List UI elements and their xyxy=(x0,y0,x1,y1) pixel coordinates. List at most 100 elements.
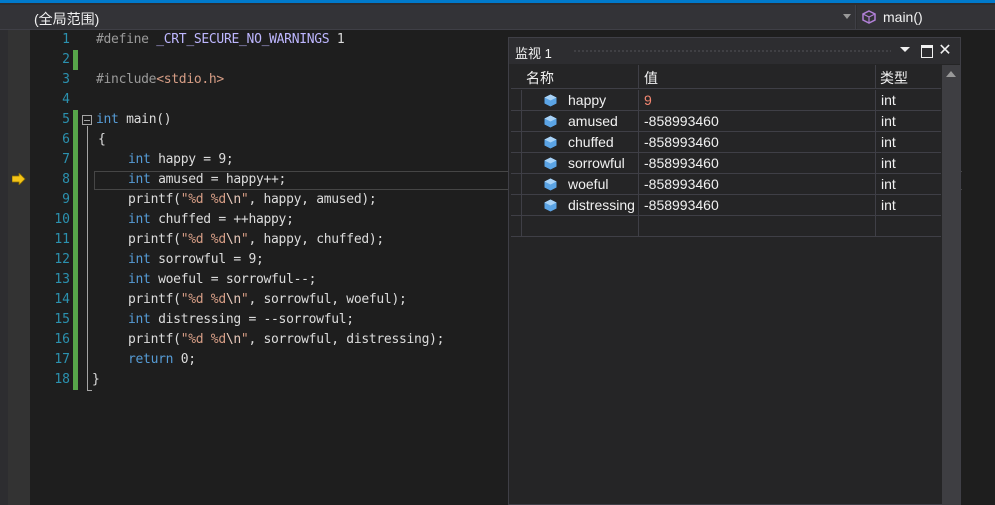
change-indicator xyxy=(73,50,78,70)
line-number: 6 xyxy=(62,132,70,147)
line-number: 18 xyxy=(54,372,70,387)
change-indicator xyxy=(73,350,78,370)
code-text: int distressing = --sorrowful; xyxy=(128,312,354,327)
drag-grip[interactable] xyxy=(573,49,891,54)
column-header-value[interactable]: 值 xyxy=(639,65,876,89)
column-header-type[interactable]: 类型 xyxy=(876,65,941,89)
collapse-toggle-icon[interactable] xyxy=(82,115,92,125)
watch-vertical-scrollbar[interactable] xyxy=(942,65,960,505)
code-text: int happy = 9; xyxy=(128,152,234,167)
line-number: 10 xyxy=(54,212,70,227)
method-cube-icon xyxy=(862,10,876,24)
watch-title: 监视 1 xyxy=(515,46,552,61)
line-number: 17 xyxy=(54,352,70,367)
watch-row[interactable]: happy 9 int xyxy=(511,90,941,111)
change-indicator xyxy=(73,130,78,150)
left-margin xyxy=(0,30,8,505)
watch-value[interactable]: -858993460 xyxy=(639,153,876,174)
column-header-name[interactable]: 名称 xyxy=(511,65,639,89)
code-text: return 0; xyxy=(128,352,196,367)
code-text: printf("%d %d\n", happy, chuffed); xyxy=(128,232,384,247)
watch-name: sorrowful xyxy=(521,153,639,174)
code-text: int chuffed = ++happy; xyxy=(128,212,294,227)
navigation-bar: (全局范围) main() xyxy=(0,0,995,30)
change-indicator xyxy=(73,230,78,250)
watch-name-empty[interactable] xyxy=(521,216,639,237)
watch-value[interactable]: -858993460 xyxy=(639,111,876,132)
watch-name: amused xyxy=(521,111,639,132)
watch-row[interactable]: distressing -858993460 int xyxy=(511,195,941,216)
watch-type-empty xyxy=(876,216,941,237)
watch-type: int xyxy=(881,113,896,129)
execution-pointer-icon xyxy=(12,173,26,185)
maximize-icon[interactable] xyxy=(919,43,933,58)
code-text: #define _CRT_SECURE_NO_WARNINGS 1 xyxy=(96,32,345,47)
watch-value[interactable]: -858993460 xyxy=(639,195,876,216)
code-text: } xyxy=(92,372,100,387)
scope-dropdown[interactable]: (全局范围) xyxy=(0,5,856,29)
watch-add-row[interactable] xyxy=(511,216,941,237)
code-text: printf("%d %d\n", sorrowful, distressing… xyxy=(128,332,445,347)
close-icon[interactable]: ✕ xyxy=(938,42,952,58)
line-number: 12 xyxy=(54,252,70,267)
change-indicator xyxy=(73,290,78,310)
watch-grid: 名称 值 类型 happy 9 int amused -858993460 in… xyxy=(511,65,941,505)
window-position-dropdown-icon[interactable] xyxy=(898,43,912,57)
scope-label: (全局范围) xyxy=(34,11,100,27)
change-indicator xyxy=(73,270,78,290)
line-number: 8 xyxy=(62,172,70,187)
watch-value[interactable]: 9 xyxy=(639,90,876,111)
watch-row[interactable]: amused -858993460 int xyxy=(511,111,941,132)
line-number: 5 xyxy=(62,112,70,127)
watch-name: chuffed xyxy=(521,132,639,153)
code-text: int sorrowful = 9; xyxy=(128,252,264,267)
change-indicator xyxy=(73,330,78,350)
watch-name: distressing xyxy=(521,195,639,216)
watch-row[interactable]: sorrowful -858993460 int xyxy=(511,153,941,174)
function-label: main() xyxy=(883,9,923,25)
watch-value-empty xyxy=(639,216,876,237)
watch-type: int xyxy=(881,134,896,150)
line-number: 16 xyxy=(54,332,70,347)
line-number: 13 xyxy=(54,272,70,287)
watch-name: woeful xyxy=(521,174,639,195)
code-text: printf("%d %d\n", sorrowful, woeful); xyxy=(128,292,407,307)
watch-type: int xyxy=(881,176,896,192)
code-text: int woeful = sorrowful--; xyxy=(128,272,317,287)
line-number: 9 xyxy=(62,192,70,207)
watch-titlebar[interactable]: 监视 1 ✕ xyxy=(509,38,960,64)
watch-window: 监视 1 ✕ 名称 值 类型 happy 9 int amused -85899… xyxy=(508,37,961,505)
watch-row[interactable]: woeful -858993460 int xyxy=(511,174,941,195)
change-indicator xyxy=(73,170,78,190)
watch-row[interactable]: chuffed -858993460 int xyxy=(511,132,941,153)
line-number: 11 xyxy=(54,232,70,247)
line-number: 1 xyxy=(62,32,70,47)
line-number: 15 xyxy=(54,312,70,327)
line-number: 14 xyxy=(54,292,70,307)
watch-type: int xyxy=(881,197,896,213)
scroll-up-icon[interactable] xyxy=(946,71,956,77)
code-text: #include<stdio.h> xyxy=(96,72,224,87)
watch-value[interactable]: -858993460 xyxy=(639,132,876,153)
line-number: 2 xyxy=(62,52,70,67)
breakpoint-margin[interactable] xyxy=(8,30,30,505)
change-indicator xyxy=(73,250,78,270)
watch-value[interactable]: -858993460 xyxy=(639,174,876,195)
change-indicator xyxy=(73,150,78,170)
function-dropdown[interactable]: main() xyxy=(857,5,995,29)
line-number: 3 xyxy=(62,72,70,87)
line-number: 7 xyxy=(62,152,70,167)
editor-right-area xyxy=(962,30,995,505)
outline-guide xyxy=(87,126,88,390)
change-indicator xyxy=(73,110,78,130)
outline-guide-end xyxy=(87,390,92,391)
code-text: int amused = happy++; xyxy=(128,172,287,187)
code-text: { xyxy=(98,132,106,147)
change-indicator xyxy=(73,210,78,230)
change-indicator xyxy=(73,310,78,330)
code-text: printf("%d %d\n", happy, amused); xyxy=(128,192,377,207)
code-text: int main() xyxy=(96,112,172,127)
chevron-down-icon[interactable] xyxy=(843,14,851,19)
change-indicator xyxy=(73,190,78,210)
change-indicator xyxy=(73,370,78,390)
